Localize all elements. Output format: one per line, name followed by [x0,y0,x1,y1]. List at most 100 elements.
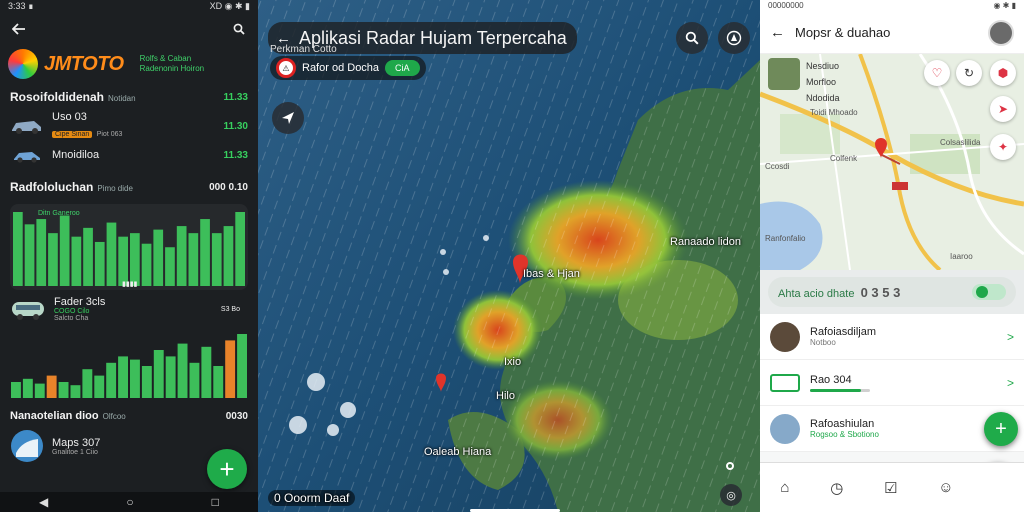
item-meta: Piot 063 [96,131,123,138]
section-value: 11.33 [223,91,248,103]
chart-bar [82,369,93,398]
chart-bar [46,375,57,398]
location-pin-icon[interactable]: ⬢ [990,60,1016,86]
item-title: Mnoidiloa [52,149,100,161]
location-chip[interactable]: ⚠ Rafor od Docha CiA [270,56,426,80]
bottom-nav: ⌂ ◷ ☑ ☺ [760,462,1024,512]
chart-bar [24,224,35,286]
place-avatar-icon [770,413,800,444]
chart-bar [58,382,69,398]
section-title: Radfololuchan Pimo dide [10,180,133,194]
info-line: Nesdiuo [806,61,840,71]
pin-label: Ibas & Hjan [523,268,580,280]
top-bar [0,14,258,44]
chart-bar [48,233,58,286]
chart-bar [130,233,140,286]
status-icons: XD ◉ ✱ ▮ [209,1,250,11]
rain-alert-toggle[interactable] [972,284,1006,300]
compass-icon[interactable] [718,22,750,54]
radar-map-panel[interactable]: ← Aplikasi Radar Hujam Terpercaha Perkma… [258,0,760,512]
list-item[interactable]: Mnoidiloa 11.33 [0,142,258,168]
chart-bar [201,346,212,398]
nav-back-icon[interactable]: ◀ [39,495,48,509]
back-arrow-icon[interactable]: ← [770,24,785,41]
region-label: Ranaado lidon [670,236,741,248]
status-bar: 00000000 ◉ ✱ ▮ [760,0,1024,12]
chart-bar [165,356,176,398]
chart-legend: Ditn Ganeroo [38,210,80,217]
pin-drop-icon[interactable]: ✦ [990,134,1016,160]
scale-indicator: 0 Ooorm Daaf [268,490,356,506]
add-button[interactable]: + [207,449,247,489]
car-icon [12,121,41,134]
directions-icon[interactable]: ➤ [990,96,1016,122]
summary-text: Ahta acio dhate 0 3 5 3 [778,284,901,300]
locate-me-icon[interactable] [726,462,734,470]
place-info-card[interactable]: Nesdiuo Morfloo Ndodida [768,58,840,106]
add-button[interactable]: + [984,412,1018,446]
chart-bar [34,383,45,398]
info-line: Morfloo [806,77,837,87]
chart-bar [22,378,33,398]
brand-tagline-2: Radenonin Hoiron [139,64,205,73]
map-label: Colsaslilida [940,138,981,147]
item-badge: Cipe Sinan [52,131,93,138]
page-title: Mopsr & duahao [795,25,891,40]
chart-bar [70,385,81,398]
nav-recents-icon[interactable]: □ [212,495,219,509]
map-label: Ranfonfalio [765,234,806,243]
search-icon[interactable] [230,20,248,38]
item-meta: Gnalitoe 1 Ciio [52,448,98,456]
chart-pagination: ▮▮▮▮ [122,281,138,288]
section-title: Nanaotelian dioo Olfcoo [10,410,126,422]
chevron-right-icon: > [1006,375,1014,390]
clock-icon[interactable]: ◷ [830,479,843,497]
chart-bar [235,212,245,286]
back-arrow-icon[interactable] [10,20,28,38]
section-header-1: Rosoifoldidenah Notidan 11.33 [0,84,258,110]
chart-bar [36,219,47,286]
nav-home-icon[interactable]: ○ [126,495,133,509]
bar-chart-2 [11,334,247,398]
section-header-3: Nanaotelian dioo Olfcoo 0030 [0,404,258,428]
avatar[interactable] [988,19,1014,46]
region-label: Hilo [496,390,515,402]
chart-bar [141,243,152,286]
checklist-icon[interactable]: ☑ [884,479,897,497]
chart-bar [176,226,187,286]
item-meta: Rogsoo & Sbotiono [810,430,879,439]
item-meta: Notboo [810,338,836,347]
map-label: Colfenk [830,154,858,163]
map-label: Toidi Mhoado [810,108,858,117]
ticket-icon [770,373,800,392]
chart-bar [83,227,93,286]
left-panel: 3:33 ∎ XD ◉ ✱ ▮ JMTOTO Rolfs & Caban Rad… [0,0,258,512]
chevron-right-icon: > [1006,329,1014,344]
brand-logo [8,49,38,79]
home-icon[interactable]: ⌂ [780,479,789,496]
place-avatar-icon [770,321,800,352]
list-item[interactable]: Uso 03 Cipe Sinan Piot 063 11.30 [0,110,258,142]
section-value: 0030 [225,410,248,422]
chart-bar [118,236,128,286]
chart-bar [153,350,164,398]
status-time: 3:33 ∎ [8,1,34,11]
route-map[interactable]: Nesdiuo Morfloo Ndodida ♡ ↻ ⬢ ➤ ✦ Toidi … [760,54,1024,270]
location-toggle[interactable]: CiA [385,60,420,76]
navigation-arrow-icon[interactable] [272,102,304,134]
app-subtitle: Perkman Cotto [270,44,337,55]
chart-bar [189,362,200,398]
chart-bar [106,362,117,398]
chart-bar [177,343,188,398]
basket-icon[interactable]: ☺ [938,479,953,496]
layers-icon[interactable]: ◎ [720,484,742,506]
search-icon[interactable] [676,22,708,54]
heart-icon[interactable]: ♡ [924,60,950,86]
refresh-icon[interactable]: ↻ [956,60,982,86]
list-item[interactable]: Rafoiasdiljam Notboo > [760,314,1024,360]
status-icons: ◉ ✱ ▮ [993,1,1016,10]
list-item[interactable]: Rao 304 > [760,360,1024,406]
region-label: Oaleab Hiana [424,446,492,458]
chart-bar [223,226,234,286]
location-name: Rafor od Docha [302,62,380,74]
